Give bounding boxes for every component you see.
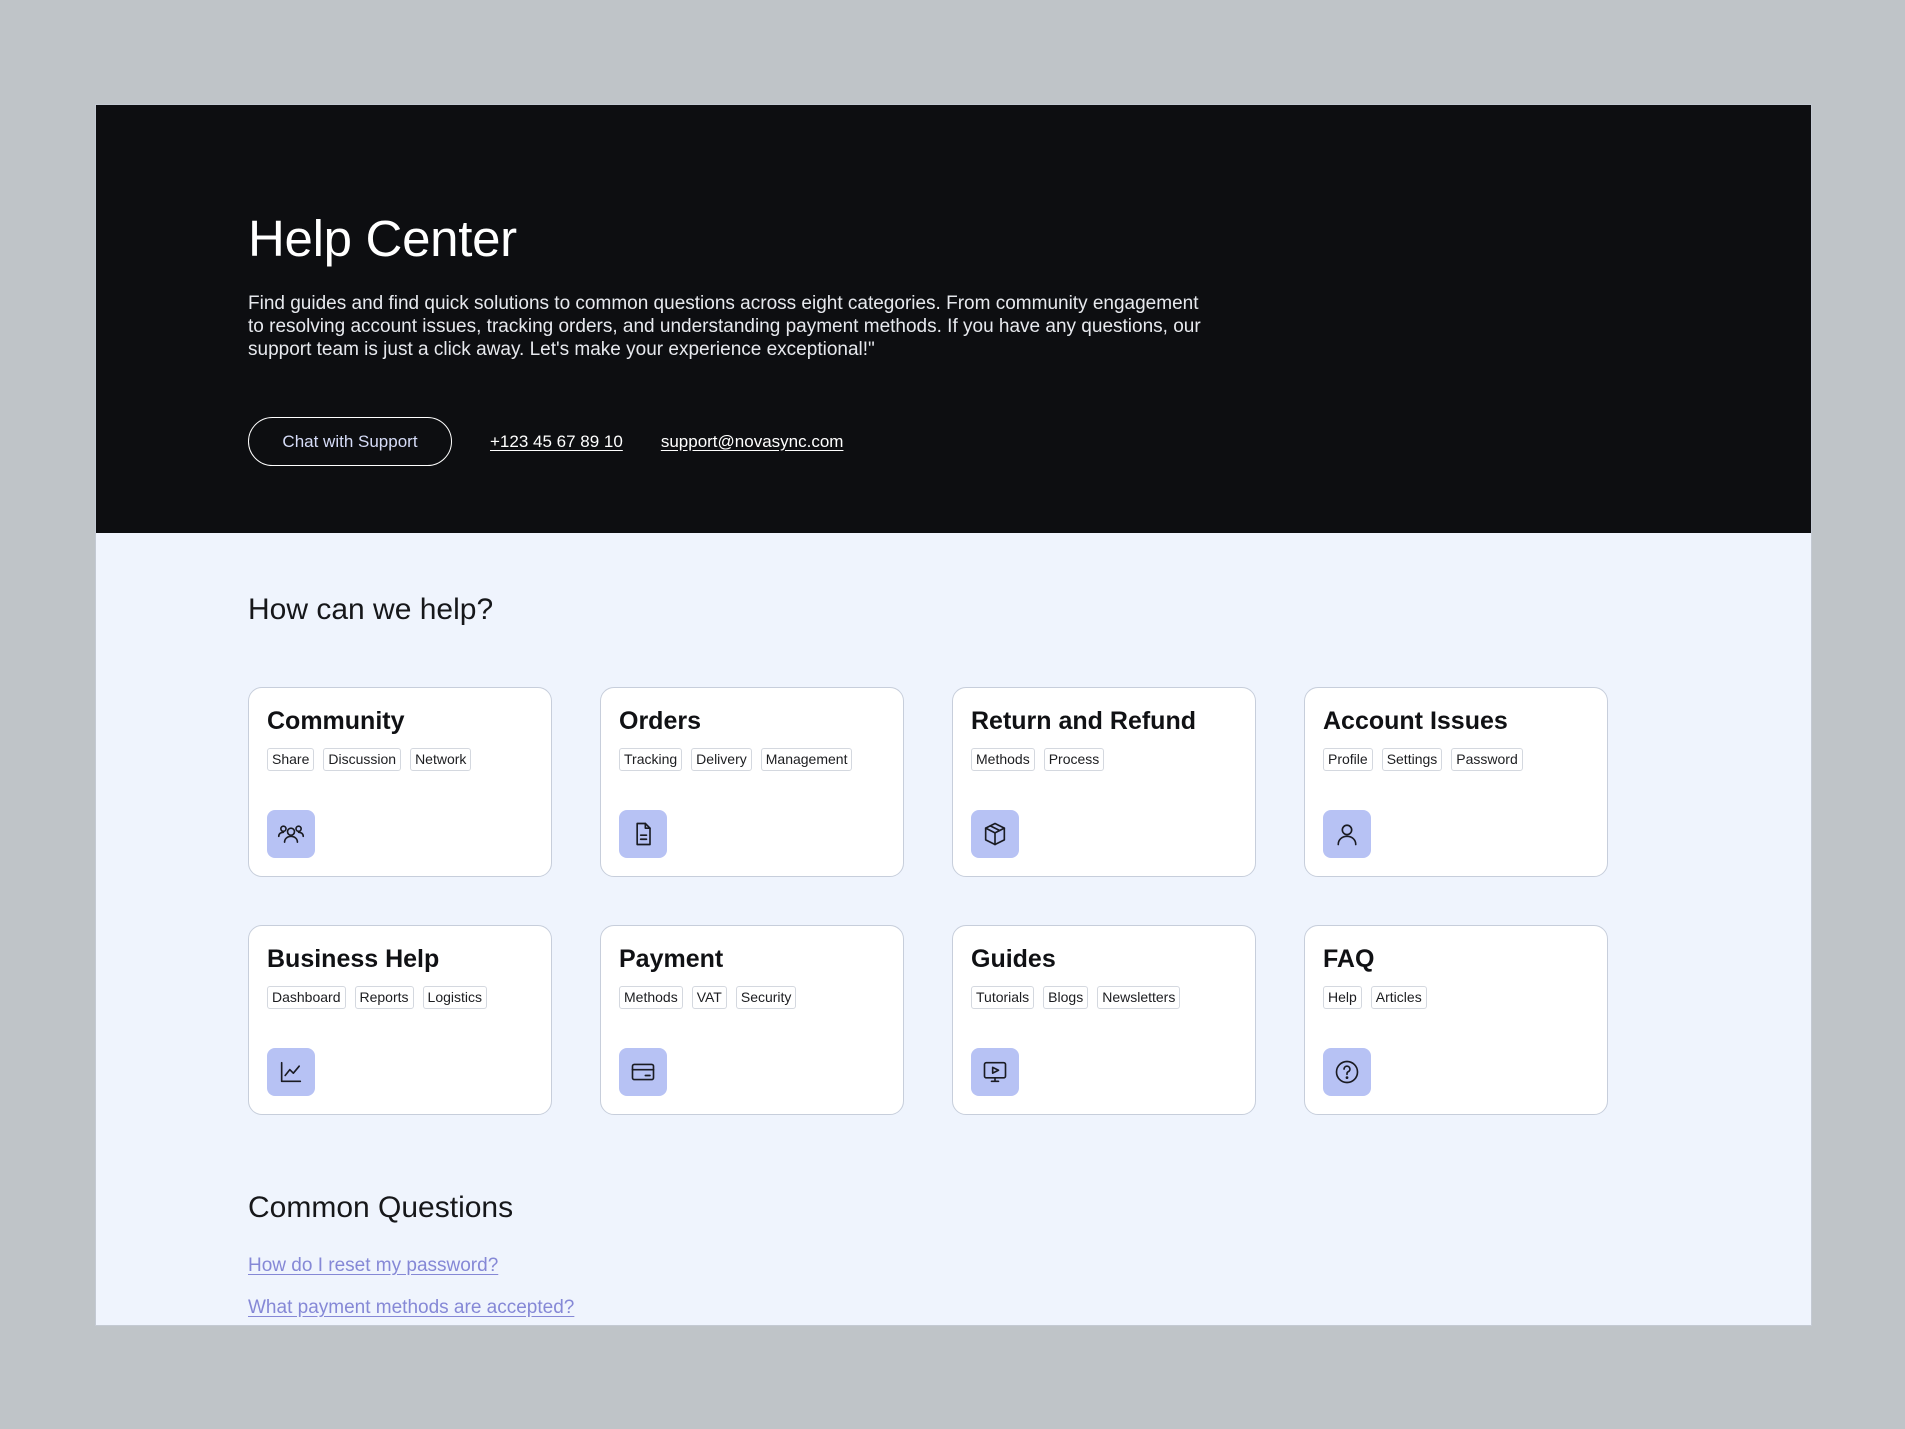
category-card-payment[interactable]: Payment Methods VAT Security bbox=[600, 925, 904, 1115]
hero-section: Help Center Find guides and find quick s… bbox=[96, 105, 1811, 533]
category-card-guides[interactable]: Guides Tutorials Blogs Newsletters bbox=[952, 925, 1256, 1115]
tag[interactable]: Password bbox=[1451, 748, 1523, 771]
box-icon bbox=[971, 810, 1019, 858]
phone-link[interactable]: +123 45 67 89 10 bbox=[490, 432, 623, 452]
card-title: Community bbox=[267, 707, 405, 735]
tag[interactable]: Logistics bbox=[422, 986, 487, 1009]
category-card-account-issues[interactable]: Account Issues Profile Settings Password bbox=[1304, 687, 1608, 877]
question-link[interactable]: How do I reset my password? bbox=[248, 1255, 498, 1277]
card-tags: Tracking Delivery Management bbox=[619, 748, 885, 771]
card-tags: Dashboard Reports Logistics bbox=[267, 986, 533, 1009]
chart-line-icon bbox=[267, 1048, 315, 1096]
category-grid: Community Share Discussion Network Order… bbox=[248, 687, 1608, 1115]
help-section-title: How can we help? bbox=[248, 593, 494, 626]
card-tags: Methods VAT Security bbox=[619, 986, 885, 1009]
contact-actions: Chat with Support +123 45 67 89 10 suppo… bbox=[248, 417, 843, 466]
users-icon bbox=[267, 810, 315, 858]
tag[interactable]: Newsletters bbox=[1097, 986, 1181, 1009]
card-tags: Tutorials Blogs Newsletters bbox=[971, 986, 1237, 1009]
chat-with-support-button[interactable]: Chat with Support bbox=[248, 417, 452, 466]
tag[interactable]: Methods bbox=[619, 986, 683, 1009]
tag[interactable]: Tutorials bbox=[971, 986, 1035, 1009]
credit-card-icon bbox=[619, 1048, 667, 1096]
question-link[interactable]: What payment methods are accepted? bbox=[248, 1297, 574, 1319]
tag[interactable]: Blogs bbox=[1043, 986, 1089, 1009]
tag[interactable]: Security bbox=[735, 986, 797, 1009]
help-center-page: Help Center Find guides and find quick s… bbox=[95, 104, 1812, 1326]
card-tags: Profile Settings Password bbox=[1323, 748, 1589, 771]
tag[interactable]: Discussion bbox=[323, 748, 402, 771]
card-title: Guides bbox=[971, 945, 1056, 973]
category-card-orders[interactable]: Orders Tracking Delivery Management bbox=[600, 687, 904, 877]
tag[interactable]: Methods bbox=[971, 748, 1035, 771]
hero-description: Find guides and find quick solutions to … bbox=[248, 293, 1201, 360]
tag[interactable]: Process bbox=[1043, 748, 1105, 771]
card-title: Return and Refund bbox=[971, 707, 1196, 735]
card-tags: Methods Process bbox=[971, 748, 1237, 771]
category-card-community[interactable]: Community Share Discussion Network bbox=[248, 687, 552, 877]
common-questions-title: Common Questions bbox=[248, 1191, 514, 1224]
card-title: Orders bbox=[619, 707, 701, 735]
tag[interactable]: Profile bbox=[1323, 748, 1373, 771]
card-tags: Share Discussion Network bbox=[267, 748, 533, 771]
tag[interactable]: Articles bbox=[1370, 986, 1427, 1009]
tag[interactable]: VAT bbox=[691, 986, 727, 1009]
category-card-return-and-refund[interactable]: Return and Refund Methods Process bbox=[952, 687, 1256, 877]
tag[interactable]: Network bbox=[410, 748, 472, 771]
email-link[interactable]: support@novasync.com bbox=[661, 432, 844, 452]
document-icon bbox=[619, 810, 667, 858]
tag[interactable]: Reports bbox=[354, 986, 414, 1009]
tag[interactable]: Share bbox=[267, 748, 315, 771]
card-title: Business Help bbox=[267, 945, 440, 973]
category-card-business-help[interactable]: Business Help Dashboard Reports Logistic… bbox=[248, 925, 552, 1115]
card-title: Account Issues bbox=[1323, 707, 1508, 735]
user-icon bbox=[1323, 810, 1371, 858]
tag[interactable]: Help bbox=[1323, 986, 1362, 1009]
category-card-faq[interactable]: FAQ Help Articles bbox=[1304, 925, 1608, 1115]
card-tags: Help Articles bbox=[1323, 986, 1589, 1009]
tag[interactable]: Tracking bbox=[619, 748, 683, 771]
tag[interactable]: Settings bbox=[1381, 748, 1443, 771]
video-monitor-icon bbox=[971, 1048, 1019, 1096]
tag[interactable]: Delivery bbox=[691, 748, 752, 771]
question-circle-icon bbox=[1323, 1048, 1371, 1096]
tag[interactable]: Management bbox=[760, 748, 853, 771]
card-title: FAQ bbox=[1323, 945, 1375, 973]
tag[interactable]: Dashboard bbox=[267, 986, 346, 1009]
page-title: Help Center bbox=[248, 210, 517, 267]
card-title: Payment bbox=[619, 945, 724, 973]
